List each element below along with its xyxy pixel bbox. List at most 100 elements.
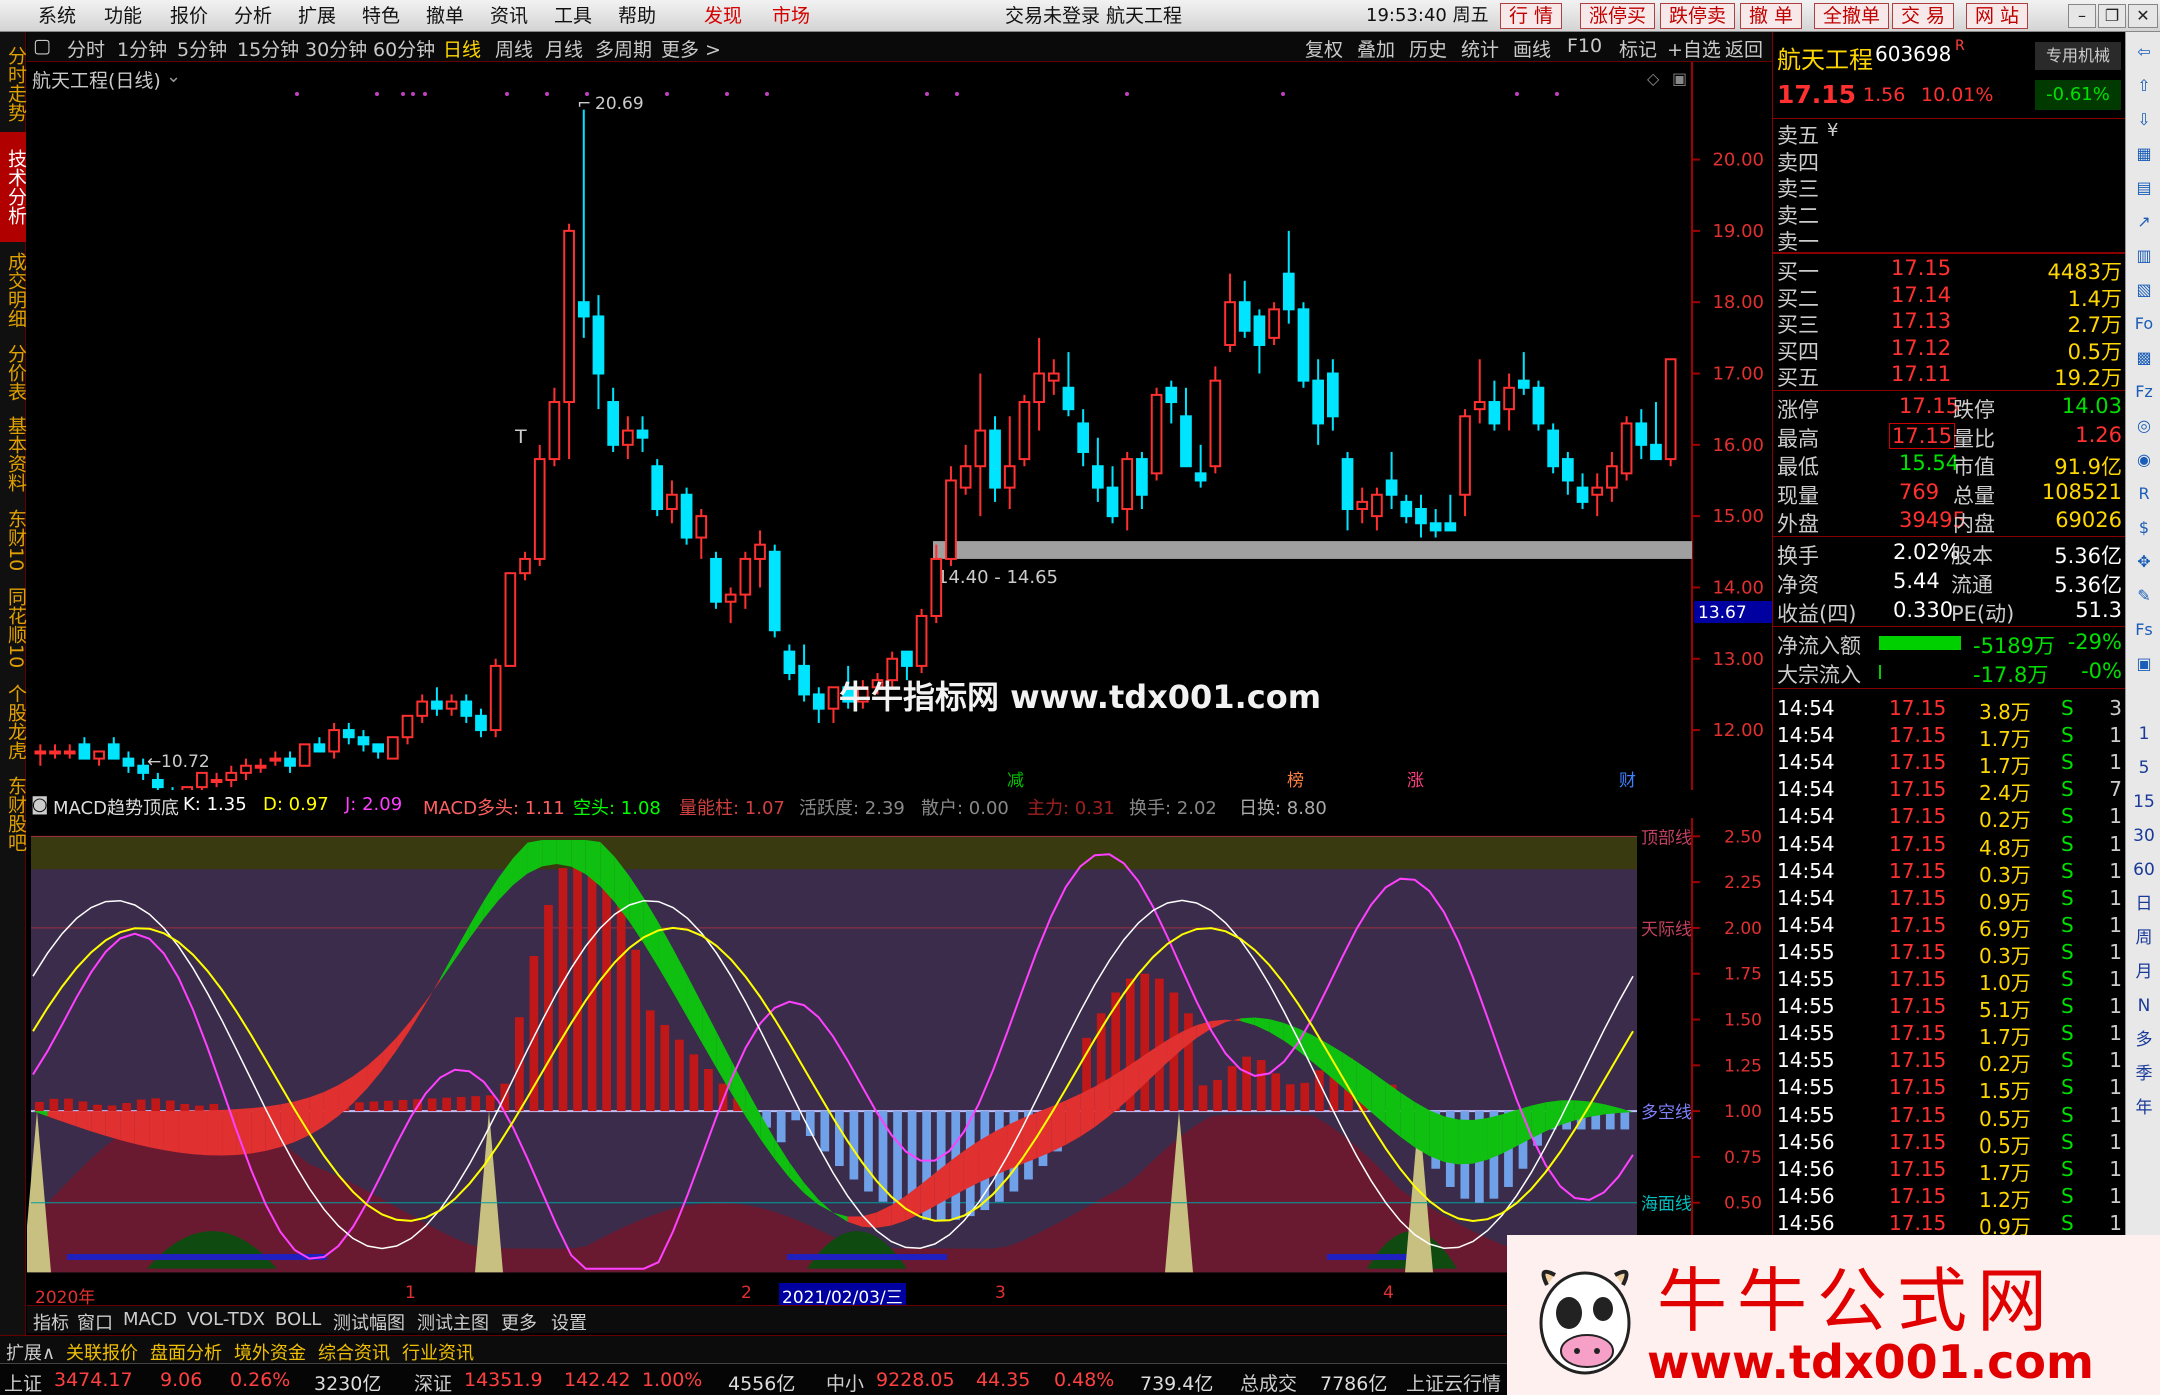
sell-row[interactable]: 卖二 [1773,200,2126,228]
tool-mark[interactable]: 标记 [1619,35,1657,62]
tab-extend[interactable]: 扩展∧ [6,1339,55,1365]
period-15min[interactable]: 15分钟 [237,35,299,62]
period-btn-9[interactable]: 多 [2132,1028,2156,1052]
period-btn-5[interactable]: 日 [2132,892,2156,916]
ad-banner[interactable]: 牛牛公式网 www.tdx001.com [1507,1235,2160,1395]
fz-icon[interactable]: Fz [2132,380,2156,404]
tab-forum[interactable]: 东财股吧 [0,770,27,858]
tab-dragon[interactable]: 个股龙虎 [0,678,27,766]
indicator-toggle-icon[interactable]: ◙ [31,794,48,815]
period-more[interactable]: 更多 > [661,35,721,62]
buy-row[interactable]: 买五 17.11 19.2万 [1773,362,2126,390]
tool-adjust[interactable]: 复权 [1305,35,1343,62]
tab-news[interactable]: 综合资讯 [318,1339,390,1365]
menu-help[interactable]: 帮助 [618,4,656,28]
tool-back[interactable]: 返回 [1725,35,1763,62]
sell-row[interactable]: 卖一 [1773,226,2126,254]
list-icon[interactable]: ▤ [2132,176,2156,200]
period-btn-2[interactable]: 15 [2132,790,2156,814]
arrow-up-icon[interactable]: ⇧ [2132,74,2156,98]
move-icon[interactable]: ✥ [2132,550,2156,574]
minimize-icon[interactable]: – [2068,4,2096,28]
tool-overlay[interactable]: 叠加 [1357,35,1395,62]
rsi-icon[interactable]: R [2132,482,2156,506]
sell-row[interactable]: 卖三 [1773,173,2126,201]
industry-badge[interactable]: 专用机械 [2035,42,2121,70]
buy-row[interactable]: 买三 17.13 2.7万 [1773,309,2126,337]
tab-test-main[interactable]: 测试主图 [417,1309,489,1335]
report-icon[interactable]: ▧ [2132,278,2156,302]
btn-cancel-all[interactable]: 全撤单 [1814,3,1890,29]
buy-row[interactable]: 买四 17.12 0.5万 [1773,336,2126,364]
buy-row[interactable]: 买二 17.14 1.4万 [1773,283,2126,311]
tab-settings[interactable]: 设置 [551,1309,587,1335]
tab-test-sub[interactable]: 测试幅图 [333,1309,405,1335]
layers-icon[interactable]: ▣ [2132,652,2156,676]
period-1min[interactable]: 1分钟 [117,35,167,62]
tool-draw[interactable]: 画线 [1513,35,1551,62]
period-weekly[interactable]: 周线 [495,35,533,62]
period-5min[interactable]: 5分钟 [177,35,227,62]
tab-market-analysis[interactable]: 盘面分析 [150,1339,222,1365]
tool-history[interactable]: 历史 [1409,35,1447,62]
period-btn-7[interactable]: 月 [2132,960,2156,984]
dollar-icon[interactable]: $ [2132,516,2156,540]
menu-extend[interactable]: 扩展 [298,4,336,28]
chart-line-icon[interactable]: ↗ [2132,210,2156,234]
menu-feature[interactable]: 特色 [362,4,400,28]
tab-technical[interactable]: 技术分析 [0,132,27,242]
period-btn-0[interactable]: 1 [2132,722,2156,746]
period-btn-11[interactable]: 年 [2132,1096,2156,1120]
period-30min[interactable]: 30分钟 [305,35,367,62]
tab-ths[interactable]: 同花顺10 [0,582,27,674]
toggle-icon[interactable]: ▢ [33,35,51,57]
period-btn-6[interactable]: 周 [2132,926,2156,950]
period-timeshare[interactable]: 分时 [67,35,105,62]
period-btn-8[interactable]: N [2132,994,2156,1018]
period-btn-3[interactable]: 30 [2132,824,2156,848]
f10-icon[interactable]: Fo [2132,312,2156,336]
btn-website[interactable]: 网 站 [1966,3,2029,29]
candlestick-chart[interactable]: 20.00 19.00 18.00 17.00 16.00 15.00 14.00 13.00… [27,62,1772,792]
period-60min[interactable]: 60分钟 [373,35,435,62]
menu-system[interactable]: 系统 [38,4,76,28]
sell-row[interactable]: 卖五 ¥ [1773,120,2126,148]
menu-news[interactable]: 资讯 [490,4,528,28]
buy-row[interactable]: 买一 17.15 4483万 [1773,256,2126,284]
menu-cancel[interactable]: 撤单 [426,4,464,28]
candle-icon[interactable]: ▥ [2132,244,2156,268]
tab-vol[interactable]: VOL-TDX [187,1309,265,1330]
period-btn-4[interactable]: 60 [2132,858,2156,882]
cloud-quote[interactable]: 上证云行情 [1406,1369,1501,1395]
arrow-left-icon[interactable]: ⇦ [2132,40,2156,64]
grid-icon[interactable]: ▦ [2132,142,2156,166]
period-daily[interactable]: 日线 [443,35,481,62]
tab-macd[interactable]: MACD [123,1309,177,1330]
tab-timeshare[interactable]: 分时走势 [0,40,27,128]
close-icon[interactable]: ✕ [2128,4,2158,28]
menu-quote[interactable]: 报价 [170,4,208,28]
tab-industry-news[interactable]: 行业资讯 [402,1339,474,1365]
menu-analysis[interactable]: 分析 [234,4,272,28]
tab-eastmoney[interactable]: 东财10 [0,502,27,578]
tab-foreign-funds[interactable]: 境外资金 [234,1339,306,1365]
tab-boll[interactable]: BOLL [275,1309,321,1330]
period-btn-10[interactable]: 季 [2132,1062,2156,1086]
indicator-name[interactable]: MACD趋势顶底 [53,794,179,820]
ring-icon[interactable]: ◎ [2132,414,2156,438]
fs-icon[interactable]: Fs [2132,618,2156,642]
tool-stats[interactable]: 统计 [1461,35,1499,62]
radio-icon[interactable]: ◉ [2132,448,2156,472]
dropdown-icon[interactable]: ⌄ [166,66,181,87]
btn-quote[interactable]: 行 情 [1500,3,1563,29]
btn-limit-up-buy[interactable]: 涨停买 [1580,3,1656,29]
btn-trade[interactable]: 交 易 [1892,3,1955,29]
period-multi[interactable]: 多周期 [595,35,652,62]
tab-fundamentals[interactable]: 基本资料 [0,410,27,498]
menu-discover[interactable]: 发现 [704,4,742,28]
tab-related-quote[interactable]: 关联报价 [66,1339,138,1365]
tab-window[interactable]: 窗口 [77,1309,113,1335]
tab-trades[interactable]: 成交明细 [0,246,27,334]
tab-more[interactable]: 更多 [501,1309,537,1335]
period-monthly[interactable]: 月线 [545,35,583,62]
